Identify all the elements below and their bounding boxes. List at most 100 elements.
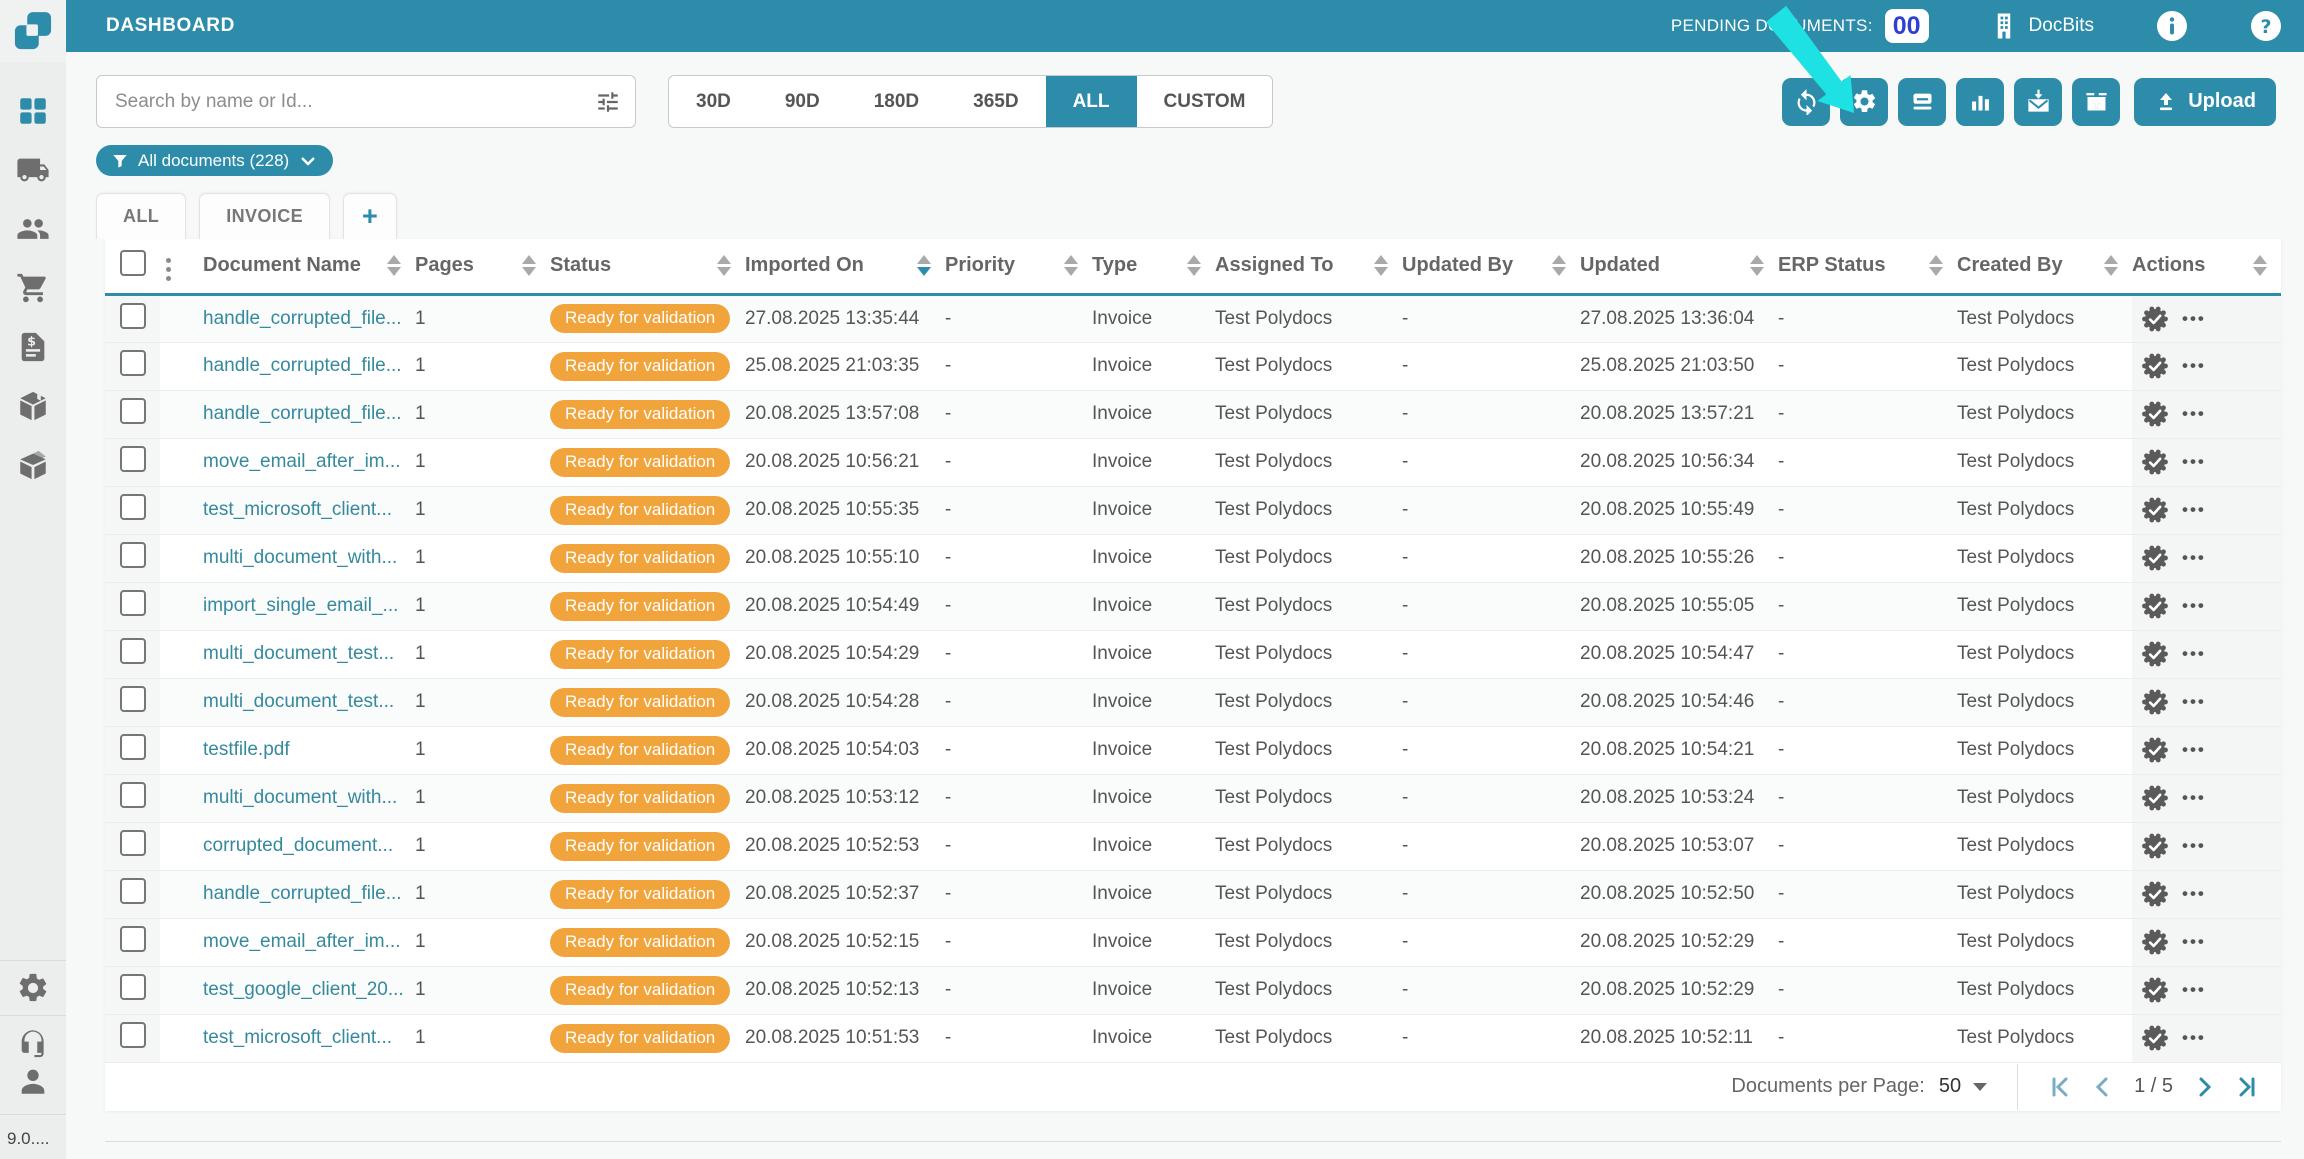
- sidebar-item-invoices[interactable]: $: [0, 328, 66, 366]
- analytics-button[interactable]: [1956, 77, 2005, 126]
- sidebar-item-shipping-box[interactable]: [0, 446, 66, 484]
- validate-action-button[interactable]: [2140, 1023, 2170, 1053]
- sidebar-item-packages[interactable]: [0, 387, 66, 425]
- row-checkbox[interactable]: [119, 734, 146, 760]
- documents-filter-dropdown[interactable]: All documents (228): [96, 145, 334, 176]
- time-range-option[interactable]: 365D: [946, 76, 1045, 127]
- sidebar-item-profile[interactable]: [0, 1062, 66, 1100]
- time-range-option[interactable]: ALL: [1045, 76, 1137, 127]
- box-import-button[interactable]: [2072, 77, 2121, 126]
- sort-arrows-icon[interactable]: [522, 255, 536, 277]
- row-checkbox[interactable]: [119, 590, 146, 616]
- document-name-link[interactable]: test_google_client_20...: [203, 979, 404, 1000]
- scanner-button[interactable]: [1898, 77, 1947, 126]
- per-page-dropdown-caret[interactable]: [1973, 1082, 1988, 1091]
- time-range-option[interactable]: CUSTOM: [1137, 76, 1273, 127]
- column-header[interactable]: ERP Status: [1778, 239, 1957, 296]
- document-name-link[interactable]: multi_document_with...: [203, 547, 397, 568]
- more-actions-button[interactable]: •••: [2182, 644, 2206, 664]
- sort-arrows-icon[interactable]: [1750, 255, 1764, 277]
- row-checkbox[interactable]: [119, 686, 146, 712]
- search-input[interactable]: [115, 90, 595, 113]
- document-name-link[interactable]: handle_corrupted_file...: [203, 403, 402, 424]
- validate-action-button[interactable]: [2140, 831, 2170, 861]
- row-checkbox[interactable]: [119, 350, 146, 376]
- first-page-button[interactable]: [2040, 1074, 2082, 1100]
- sidebar-item-purchase-orders[interactable]: [0, 269, 66, 307]
- sidebar-item-settings[interactable]: [0, 969, 66, 1007]
- more-actions-button[interactable]: •••: [2182, 452, 2206, 472]
- column-header[interactable]: Document Name: [203, 239, 415, 296]
- column-menu-kebab-icon[interactable]: [160, 254, 177, 285]
- sort-arrows-icon[interactable]: [2253, 255, 2267, 277]
- filter-tune-icon[interactable]: [595, 89, 621, 115]
- more-actions-button[interactable]: •••: [2182, 356, 2206, 376]
- more-actions-button[interactable]: •••: [2182, 548, 2206, 568]
- row-checkbox[interactable]: [119, 926, 146, 952]
- sort-arrows-icon[interactable]: [717, 255, 731, 277]
- validate-action-button[interactable]: [2140, 639, 2170, 669]
- validate-action-button[interactable]: [2140, 879, 2170, 909]
- document-name-link[interactable]: move_email_after_im...: [203, 451, 400, 472]
- row-checkbox[interactable]: [119, 1022, 146, 1048]
- more-actions-button[interactable]: •••: [2182, 788, 2206, 808]
- upload-button[interactable]: Upload: [2134, 77, 2276, 126]
- more-actions-button[interactable]: •••: [2182, 500, 2206, 520]
- column-header[interactable]: Status: [550, 239, 745, 296]
- sort-arrows-icon[interactable]: [1064, 255, 1078, 277]
- document-name-link[interactable]: testfile.pdf: [203, 739, 290, 760]
- sort-arrows-icon[interactable]: [1187, 255, 1201, 277]
- sidebar-item-dashboard[interactable]: [0, 92, 66, 130]
- time-range-option[interactable]: 90D: [758, 76, 847, 127]
- column-header[interactable]: Imported On: [745, 239, 945, 296]
- next-page-button[interactable]: [2183, 1074, 2225, 1100]
- document-name-link[interactable]: multi_document_test...: [203, 643, 394, 664]
- more-actions-button[interactable]: •••: [2182, 980, 2206, 1000]
- row-checkbox[interactable]: [119, 782, 146, 808]
- previous-page-button[interactable]: [2082, 1074, 2124, 1100]
- document-name-link[interactable]: handle_corrupted_file...: [203, 308, 402, 329]
- more-actions-button[interactable]: •••: [2182, 836, 2206, 856]
- more-actions-button[interactable]: •••: [2182, 596, 2206, 616]
- row-checkbox[interactable]: [119, 302, 146, 329]
- document-name-link[interactable]: test_microsoft_client...: [203, 1027, 392, 1048]
- tab-all[interactable]: ALL: [96, 193, 187, 239]
- app-logo[interactable]: [0, 0, 66, 62]
- document-name-link[interactable]: corrupted_document...: [203, 835, 393, 856]
- validate-action-button[interactable]: [2140, 495, 2170, 525]
- sidebar-item-shipments[interactable]: [0, 151, 66, 189]
- validate-action-button[interactable]: [2140, 591, 2170, 621]
- column-header[interactable]: Actions: [2132, 239, 2281, 296]
- sidebar-item-support[interactable]: [0, 1024, 66, 1062]
- column-header[interactable]: Type: [1092, 239, 1215, 296]
- document-name-link[interactable]: multi_document_with...: [203, 787, 397, 808]
- validate-action-button[interactable]: [2140, 543, 2170, 573]
- last-page-button[interactable]: [2225, 1074, 2267, 1100]
- document-name-link[interactable]: test_microsoft_client...: [203, 499, 392, 520]
- refresh-button[interactable]: [1782, 77, 1831, 126]
- more-actions-button[interactable]: •••: [2182, 692, 2206, 712]
- more-actions-button[interactable]: •••: [2182, 932, 2206, 952]
- sidebar-item-contacts[interactable]: [0, 210, 66, 248]
- column-header[interactable]: Created By: [1957, 239, 2132, 296]
- settings-button[interactable]: [1840, 77, 1889, 126]
- column-header[interactable]: Priority: [945, 239, 1092, 296]
- info-button[interactable]: [2156, 10, 2188, 42]
- sort-arrows-icon[interactable]: [917, 255, 931, 277]
- mail-import-button[interactable]: [2014, 77, 2063, 126]
- row-checkbox[interactable]: [119, 446, 146, 472]
- validate-action-button[interactable]: [2140, 783, 2170, 813]
- row-checkbox[interactable]: [119, 398, 146, 424]
- more-actions-button[interactable]: •••: [2182, 740, 2206, 760]
- select-all-checkbox[interactable]: [119, 249, 146, 276]
- sort-arrows-icon[interactable]: [1374, 255, 1388, 277]
- more-actions-button[interactable]: •••: [2182, 884, 2206, 904]
- add-tab-button[interactable]: +: [343, 193, 398, 239]
- column-header[interactable]: Updated By: [1402, 239, 1580, 296]
- row-checkbox[interactable]: [119, 638, 146, 664]
- more-actions-button[interactable]: •••: [2182, 404, 2206, 424]
- validate-action-button[interactable]: [2140, 304, 2170, 334]
- row-checkbox[interactable]: [119, 542, 146, 568]
- validate-action-button[interactable]: [2140, 351, 2170, 381]
- validate-action-button[interactable]: [2140, 447, 2170, 477]
